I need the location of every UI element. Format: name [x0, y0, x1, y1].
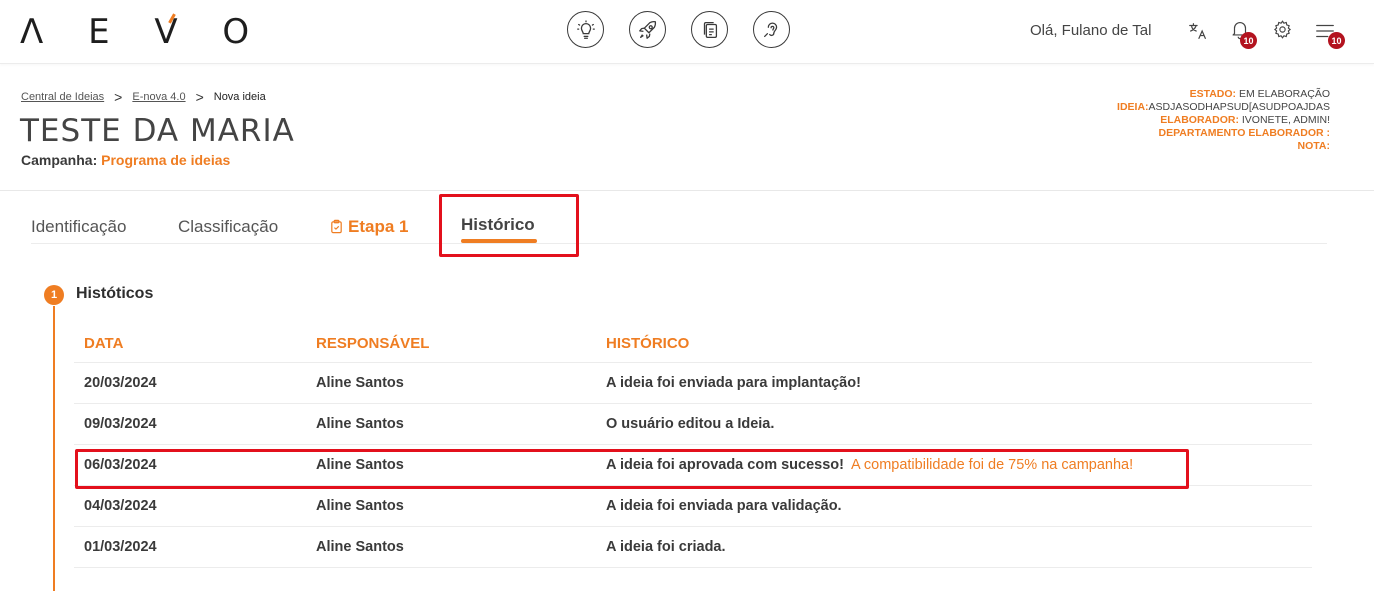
cell-responsavel: Aline Santos: [316, 498, 404, 514]
main-nav-icons: [567, 11, 790, 48]
cell-data: 06/03/2024: [84, 457, 157, 473]
cell-historico: A ideia foi criada.: [606, 539, 726, 555]
estado-value: EM ELABORAÇÃO: [1238, 88, 1330, 100]
step-number-badge: 1: [44, 285, 64, 305]
tab-identificacao[interactable]: Identificação: [31, 217, 126, 237]
logo-v-accent: V: [154, 12, 195, 52]
cell-historico: A ideia foi enviada para validação.: [606, 498, 842, 514]
idea-meta-info: ESTADO: EM ELABORAÇÃO IDEIA:ASDJASODHAPS…: [1117, 88, 1330, 153]
table-row: 04/03/2024 Aline Santos A ideia foi envi…: [74, 486, 1312, 527]
compatibility-note: A compatibilidade foi de 75% na campanha…: [850, 457, 1134, 473]
app-logo[interactable]: Λ E V O: [20, 12, 266, 52]
gear-icon[interactable]: [1272, 19, 1296, 43]
table-header-row: DATA RESPONSÁVEL HISTÓRICO: [74, 325, 1312, 363]
elaborador-value: IVONETE, ADMIN!: [1241, 114, 1330, 126]
tab-classificacao[interactable]: Classificação: [178, 217, 278, 237]
cell-data: 01/03/2024: [84, 539, 157, 555]
column-header-data[interactable]: DATA: [84, 335, 123, 352]
tab-historico[interactable]: Histórico: [461, 215, 537, 243]
elaborador-label: ELABORADOR:: [1160, 114, 1239, 126]
breadcrumb-current: Nova ideia: [213, 91, 266, 103]
nota-label: NOTA:: [1297, 140, 1330, 152]
campaign-line: Campanha: Programa de ideias: [21, 152, 230, 168]
breadcrumb-central-de-ideias[interactable]: Central de Ideias: [21, 91, 104, 103]
ideia-label: IDEIA:: [1117, 101, 1149, 113]
tab-etapa-1-label: Etapa 1: [348, 217, 409, 236]
cell-data: 04/03/2024: [84, 498, 157, 514]
section-title: Históticos: [76, 285, 154, 302]
header-divider: [0, 190, 1374, 191]
page-title: TESTE DA MARIA: [20, 113, 295, 149]
breadcrumb-separator: >: [114, 89, 123, 105]
cell-historico-text: A ideia foi aprovada com sucesso!: [606, 457, 844, 473]
translate-icon[interactable]: [1187, 20, 1211, 44]
table-row: 20/03/2024 Aline Santos A ideia foi envi…: [74, 363, 1312, 404]
cell-historico: A ideia foi enviada para implantação!: [606, 375, 861, 391]
top-navigation-bar: Λ E V O Olá, Fulano de Tal 10 10: [0, 0, 1374, 64]
ear-icon[interactable]: [753, 11, 790, 48]
breadcrumb: Central de Ideias > E-nova 4.0 > Nova id…: [21, 89, 266, 105]
cell-data: 09/03/2024: [84, 416, 157, 432]
table-row: 06/03/2024 Aline Santos A ideia foi apro…: [74, 445, 1312, 486]
estado-label: ESTADO:: [1189, 88, 1237, 100]
cell-responsavel: Aline Santos: [316, 416, 404, 432]
column-header-responsavel[interactable]: RESPONSÁVEL: [316, 335, 429, 352]
tab-etapa-1[interactable]: Etapa 1: [329, 217, 408, 239]
ideia-value: ASDJASODHAPSUD[ASUDPOAJDAS: [1148, 101, 1330, 113]
breadcrumb-e-nova[interactable]: E-nova 4.0: [132, 91, 185, 103]
campaign-label: Campanha:: [21, 152, 98, 168]
menu-badge: 10: [1328, 32, 1345, 49]
timeline-line: [53, 306, 55, 591]
clipboard-check-icon: [329, 219, 344, 239]
tab-historico-label: Histórico: [461, 215, 535, 234]
user-greeting[interactable]: Olá, Fulano de Tal: [1030, 22, 1151, 39]
cell-historico: O usuário editou a Ideia.: [606, 416, 775, 432]
breadcrumb-separator: >: [195, 89, 204, 105]
table-row: 01/03/2024 Aline Santos A ideia foi cria…: [74, 527, 1312, 568]
cell-historico: A ideia foi aprovada com sucesso! A compa…: [606, 457, 1133, 473]
departamento-label: DEPARTAMENTO ELABORADOR :: [1158, 127, 1331, 139]
column-header-historico[interactable]: HISTÓRICO: [606, 335, 689, 352]
lightbulb-icon[interactable]: [567, 11, 604, 48]
rocket-icon[interactable]: [629, 11, 666, 48]
copy-icon[interactable]: [691, 11, 728, 48]
notifications-badge: 10: [1240, 32, 1257, 49]
idea-tabs: Identificação Classificação Etapa 1 Hist…: [31, 212, 1327, 244]
cell-responsavel: Aline Santos: [316, 375, 404, 391]
active-tab-indicator: [461, 239, 537, 243]
campaign-value[interactable]: Programa de ideias: [101, 152, 230, 168]
history-table: DATA RESPONSÁVEL HISTÓRICO 20/03/2024 Al…: [74, 325, 1312, 568]
cell-responsavel: Aline Santos: [316, 457, 404, 473]
cell-data: 20/03/2024: [84, 375, 157, 391]
table-row: 09/03/2024 Aline Santos O usuário editou…: [74, 404, 1312, 445]
cell-responsavel: Aline Santos: [316, 539, 404, 555]
